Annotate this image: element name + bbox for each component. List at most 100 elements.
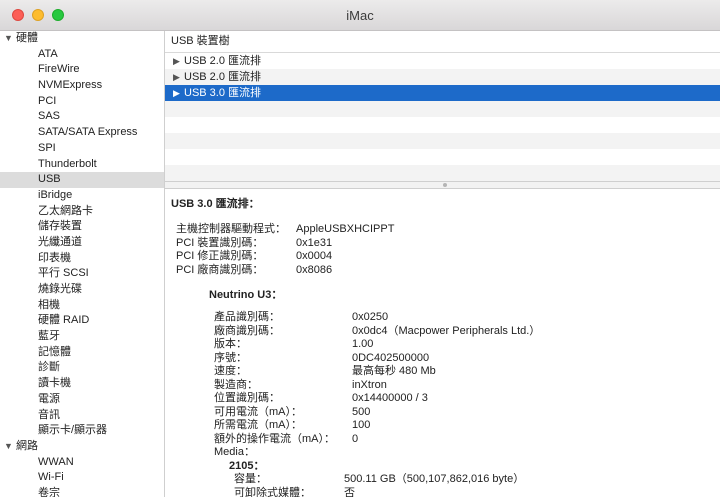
sidebar-item[interactable]: 藍牙 [0,329,164,345]
window-title: iMac [346,8,374,23]
sidebar-item[interactable]: 印表機 [0,251,164,267]
tree-row-label: USB 2.0 匯流排 [184,71,262,83]
property-value: AppleUSBXHCIPPT [296,223,395,235]
sidebar-item[interactable]: SATA/SATA Express [0,125,164,141]
property-key: 所需電流（mA）： [214,419,302,431]
property-value: 0x8086 [296,263,333,276]
tree-row-usb-bus[interactable]: ▶ USB 2.0 匯流排 [165,53,720,69]
sidebar-item[interactable]: 卷宗 [0,486,164,497]
sidebar-item[interactable]: ATA [0,47,164,63]
property-row: 額外的操作電流（mA）： 0 [171,433,720,447]
property-value: 否 [344,486,355,497]
property-key: 製造商： [214,378,258,391]
sidebar-item[interactable]: 音訊 [0,408,164,424]
sidebar-item[interactable]: 讀卡機 [0,376,164,392]
property-value: inXtron [352,378,387,391]
property-row: 產品識別碼： 0x0250 [171,311,720,325]
property-key: 容量： [234,473,267,485]
sidebar-item[interactable]: SAS [0,109,164,125]
disclosure-triangle-icon[interactable]: ▶ [173,53,184,69]
property-key: 可用電流（mA）： [214,405,302,418]
property-row: 可用電流（mA）： 500 [171,406,720,420]
tree-row-usb-bus[interactable]: ▶ USB 2.0 匯流排 [165,69,720,85]
sidebar-group[interactable]: ▼ 硬體 [0,31,164,47]
property-value: 0 [352,432,359,445]
property-value: 500 [352,405,371,418]
property-value: 100 [352,419,371,431]
property-row: 位置識別碼： 0x14400000 / 3 [171,392,720,406]
tree-row-usb-bus[interactable]: ▶ USB 3.0 匯流排 [165,85,720,101]
sidebar-item[interactable]: 顯示卡/顯示器 [0,423,164,439]
property-key: 可卸除式媒體： [234,486,311,497]
title-bar: iMac [0,0,720,31]
property-value: 500.11 GB（500,107,862,016 byte） [344,473,525,485]
property-value: 0x0dc4（Macpower Peripherals Ltd.） [352,324,541,337]
sidebar-item[interactable]: Wi-Fi [0,470,164,486]
sidebar: ▼ 硬體 ATA FireWire NVMExpress PCI SAS SATA/SATA … [0,31,165,497]
property-value: 0x0004 [296,250,333,262]
disclosure-triangle-icon[interactable]: ▶ [173,69,184,85]
sidebar-item[interactable]: 燒錄光碟 [0,282,164,298]
property-key: PCI 修正識別碼： [176,250,264,262]
detail-title: USB 3.0 匯流排： [171,198,260,210]
property-key: 廠商識別碼： [214,324,280,337]
sidebar-group[interactable]: ▼ 網路 [0,439,164,455]
splitter-handle-icon[interactable] [442,183,447,187]
property-key: 產品識別碼： [214,311,280,323]
usb-device-tree: ▶ USB 2.0 匯流排 ▶ USB 2.0 匯流排 ▶ USB 3.0 匯流排 [165,53,720,181]
tree-empty-row [165,149,720,165]
property-row: PCI 裝置識別碼： 0x1e31 [171,237,720,251]
property-value: 0DC402500000 [352,351,430,364]
sidebar-item[interactable]: USB [0,172,164,188]
sidebar-item[interactable]: 儲存裝置 [0,219,164,235]
property-row: 容量： 500.11 GB（500,107,862,016 byte） [171,473,720,487]
media-name: 2105： [229,459,265,472]
property-row: 可卸除式媒體： 否 [171,487,720,497]
sidebar-item[interactable]: SPI [0,141,164,157]
property-key: 速度： [214,365,247,377]
sidebar-item[interactable]: 記憶體 [0,345,164,361]
tree-row-label: USB 2.0 匯流排 [184,55,262,67]
disclosure-triangle-icon[interactable]: ▼ [4,439,16,455]
property-value: 最高每秒 480 Mb [352,365,436,377]
sidebar-item[interactable]: PCI [0,94,164,110]
tree-empty-row [165,133,720,149]
tree-empty-row [165,117,720,133]
pane-splitter[interactable] [165,181,720,189]
property-row: PCI 廠商識別碼： 0x8086 [171,264,720,278]
property-row: 序號： 0DC402500000 [171,352,720,366]
sidebar-item[interactable]: FireWire [0,62,164,78]
sidebar-group-label: 硬體 [16,32,38,44]
property-value: 0x1e31 [296,236,333,249]
sidebar-item[interactable]: 電源 [0,392,164,408]
sidebar-item[interactable]: iBridge [0,188,164,204]
sidebar-item[interactable]: 相機 [0,298,164,314]
property-row: 廠商識別碼： 0x0dc4（Macpower Peripherals Ltd.） [171,325,720,339]
property-row: PCI 修正識別碼： 0x0004 [171,250,720,264]
property-row: 版本： 1.00 [171,338,720,352]
property-row: 速度： 最高每秒 480 Mb [171,365,720,379]
disclosure-triangle-icon[interactable]: ▶ [173,85,184,101]
sidebar-item[interactable]: Thunderbolt [0,157,164,173]
property-row: 製造商： inXtron [171,379,720,393]
property-key: 版本： [214,338,247,350]
sidebar-item[interactable]: 光纖通道 [0,235,164,251]
disclosure-triangle-icon[interactable]: ▼ [4,31,16,47]
sidebar-item[interactable]: 平行 SCSI [0,266,164,282]
sidebar-item[interactable]: 乙太網路卡 [0,204,164,220]
property-key: 位置識別碼： [214,392,280,404]
sidebar-item[interactable]: WWAN [0,455,164,471]
property-key: PCI 裝置識別碼： [176,236,264,249]
property-key: 額外的操作電流（mA）： [214,432,335,445]
sidebar-item[interactable]: 硬體 RAID [0,313,164,329]
sidebar-item[interactable]: NVMExpress [0,78,164,94]
sidebar-group-label: 網路 [16,439,38,452]
sidebar-item[interactable]: 診斷 [0,360,164,376]
tree-empty-row [165,165,720,181]
system-information-window: iMac ▼ 硬體 ATA FireWire NVMExpress PCI SAS SATA/… [0,0,720,497]
property-key: 序號： [214,351,247,364]
media-label: Media： [214,446,255,458]
property-value: 0x0250 [352,311,389,323]
tree-row-label: USB 3.0 匯流排 [184,87,262,99]
property-key: 主機控制器驅動程式： [176,223,286,235]
